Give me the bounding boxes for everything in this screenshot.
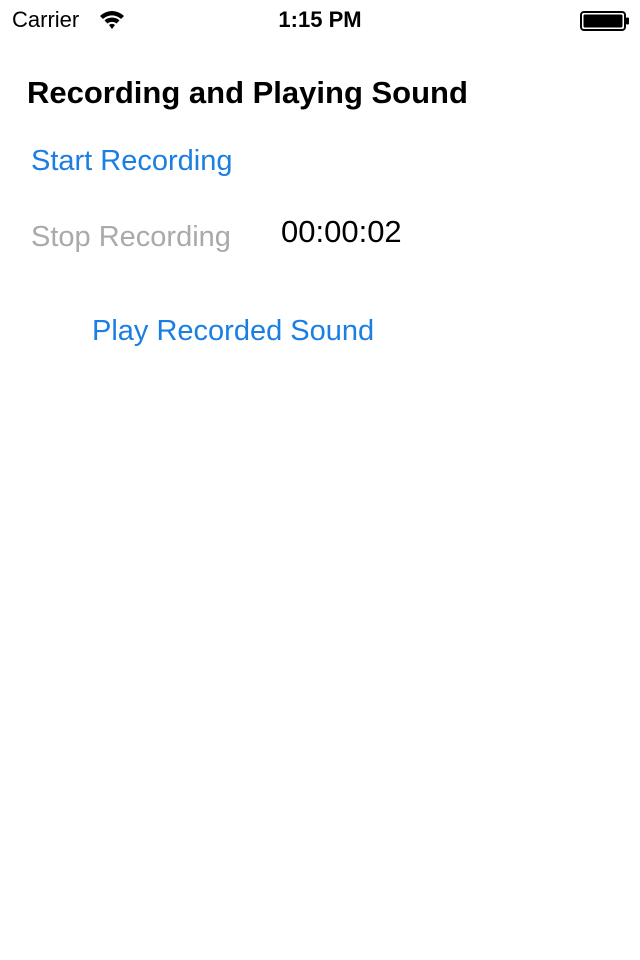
play-recorded-sound-button[interactable]: Play Recorded Sound bbox=[92, 313, 374, 349]
start-recording-button[interactable]: Start Recording bbox=[31, 143, 233, 179]
clock-label: 1:15 PM bbox=[278, 7, 362, 32]
battery-full-icon bbox=[580, 11, 630, 31]
page-title: Recording and Playing Sound bbox=[27, 75, 468, 110]
status-bar: Carrier 1:15 PM bbox=[0, 0, 640, 40]
recording-timer: 00:00:02 bbox=[281, 214, 402, 249]
stop-recording-button[interactable]: Stop Recording bbox=[31, 219, 231, 255]
